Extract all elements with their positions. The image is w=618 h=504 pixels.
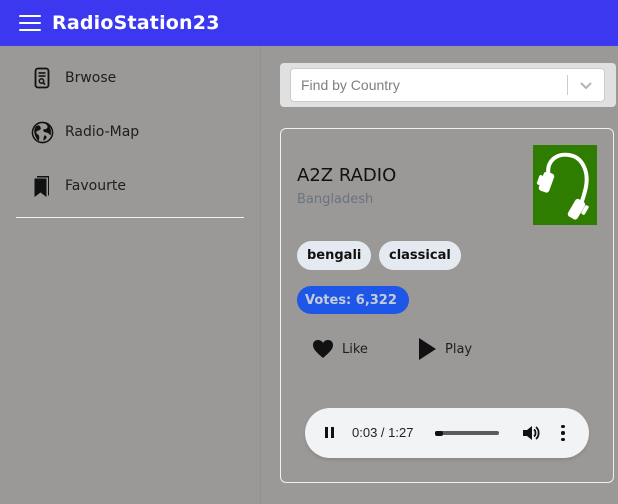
headphones-icon — [536, 152, 589, 220]
country-select-placeholder: Find by Country — [301, 77, 400, 93]
station-country: Bangladesh — [297, 192, 374, 207]
globe-icon — [30, 120, 54, 144]
country-filter-panel: Find by Country — [280, 63, 616, 107]
country-select[interactable]: Find by Country — [290, 68, 605, 102]
sidebar-item-radio-map[interactable]: Radio-Map — [0, 112, 261, 152]
genre-tag[interactable]: classical — [379, 241, 461, 270]
station-name: A2Z RADIO — [297, 165, 397, 186]
chevron-down-icon[interactable] — [568, 68, 604, 102]
volume-icon[interactable] — [521, 423, 541, 443]
audio-player: 0:03 / 1:27 — [305, 408, 589, 458]
station-logo — [533, 145, 597, 225]
browse-document-search-icon — [30, 66, 54, 90]
sidebar-item-label: Favourte — [65, 178, 126, 194]
hamburger-menu-icon[interactable] — [19, 15, 41, 31]
sidebar-divider — [16, 217, 244, 218]
play-icon — [419, 338, 436, 360]
player-time: 0:03 / 1:27 — [352, 425, 414, 440]
like-label: Like — [342, 341, 368, 357]
play-label: Play — [445, 341, 473, 357]
seek-progress — [435, 430, 443, 436]
app-title: RadioStation23 — [52, 12, 220, 34]
more-options-icon[interactable] — [555, 423, 571, 443]
like-button[interactable]: Like — [312, 334, 368, 364]
sidebar-item-browse[interactable]: Brwose — [0, 58, 261, 98]
sidebar-item-label: Radio-Map — [65, 124, 140, 140]
pause-icon[interactable] — [323, 425, 337, 441]
station-card: A2Z RADIO Bangladesh bengali classical V… — [280, 128, 614, 483]
sidebar-item-label: Brwose — [65, 70, 117, 86]
genre-tag[interactable]: bengali — [297, 241, 372, 270]
app-bar: RadioStation23 — [0, 0, 618, 46]
votes-badge: Votes: 6,322 — [297, 286, 409, 314]
play-button[interactable]: Play — [417, 334, 472, 364]
heart-icon — [313, 340, 333, 358]
sidebar-item-favourite[interactable]: Favourte — [0, 166, 261, 206]
sidebar: Brwose Radio-Map Favourte — [0, 46, 261, 504]
seek-slider[interactable] — [435, 430, 499, 436]
bookmarks-icon — [30, 174, 54, 198]
